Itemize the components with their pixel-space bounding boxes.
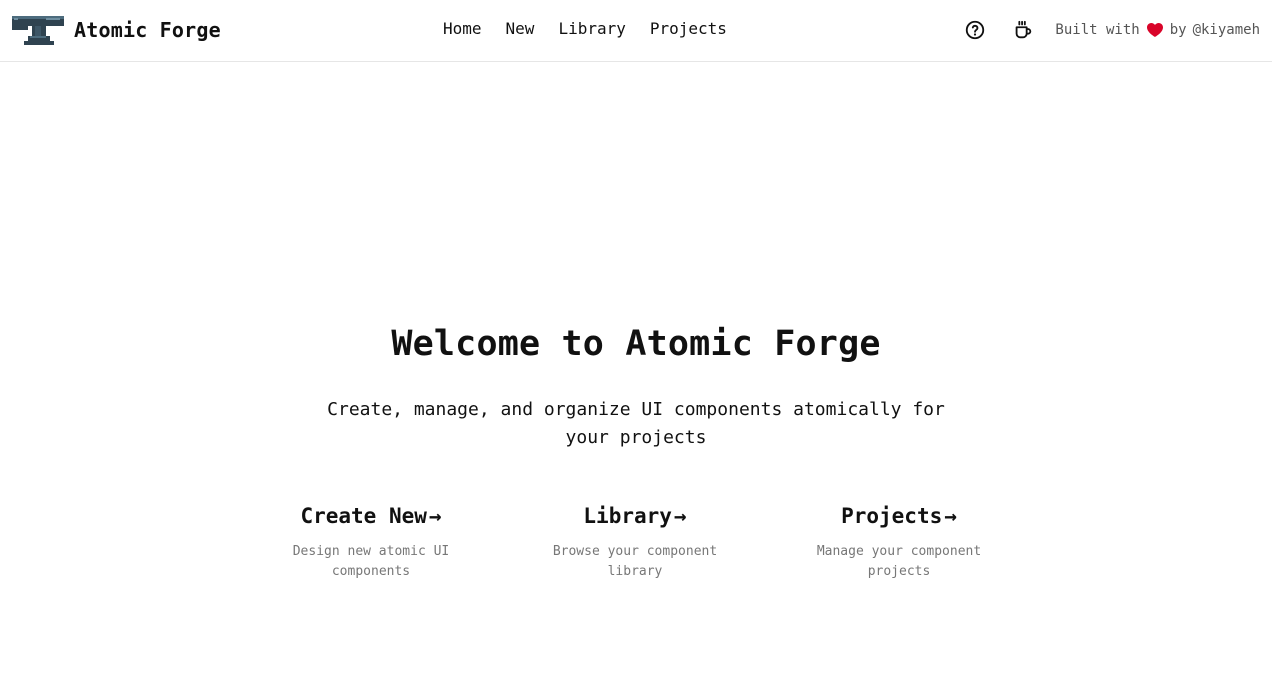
heart-icon [1146,23,1163,37]
library-title-text: Library [583,504,672,528]
create-new-description: Design new atomic UI components [292,544,450,579]
nav-home-link[interactable]: Home [443,18,482,40]
credit-line: Built with by @kiyameh [1055,22,1260,38]
projects-title-text: Projects [841,504,943,528]
nav-projects-link[interactable]: Projects [650,18,727,40]
create-new-title-text: Create New [300,504,427,528]
main-nav: Home New Library Projects [443,18,727,40]
page-title: Welcome to Atomic Forge [391,324,881,364]
credit-handle-link[interactable]: @kiyameh [1193,22,1260,38]
page-subtitle: Create, manage, and organize UI componen… [327,399,945,448]
library-card[interactable]: Library→ Browse your component library [505,502,765,582]
coffee-button[interactable] [1009,16,1037,44]
arrow-right-icon: → [944,504,957,528]
help-circle-icon [966,20,985,40]
arrow-right-icon: → [428,504,442,528]
projects-card[interactable]: Projects→ Manage your component projects [769,502,1029,582]
help-button[interactable] [961,16,989,44]
anvil-icon [12,16,64,45]
brand-title: Atomic Forge [74,18,221,42]
library-description: Browse your component library [552,544,718,579]
brand[interactable]: Atomic Forge [12,14,221,46]
coffee-cup-icon [1016,20,1032,39]
create-new-card[interactable]: Create New→ Design new atomic UI compone… [241,502,501,582]
projects-description: Manage your component projects [816,544,982,579]
quick-links: Create New→ Design new atomic UI compone… [0,502,1272,592]
nav-new-link[interactable]: New [506,18,535,40]
top-header: Atomic Forge Home New Library Projects B… [0,0,1272,62]
library-title: Library→ [505,502,765,530]
nav-library-link[interactable]: Library [558,18,625,40]
create-new-title: Create New→ [241,502,501,530]
credit-prefix: Built with [1055,22,1140,38]
header-right: Built with by @kiyameh [961,16,1260,44]
main-content: Welcome to Atomic Forge Create, manage, … [0,62,1272,691]
credit-suffix: by [1169,22,1187,38]
projects-title: Projects→ [769,502,1029,530]
arrow-right-icon: → [673,504,687,528]
